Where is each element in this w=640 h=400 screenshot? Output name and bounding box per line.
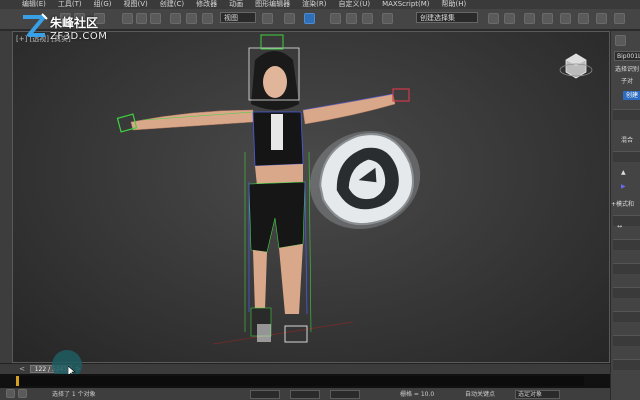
blend-label: 混合 bbox=[621, 137, 634, 144]
watermark-en-text: ZF3D.COM bbox=[50, 31, 108, 42]
move-icon[interactable] bbox=[170, 13, 181, 24]
menu-help[interactable]: 帮助(H) bbox=[442, 0, 467, 9]
curve-editor-icon[interactable] bbox=[542, 13, 553, 24]
render-icon[interactable] bbox=[614, 13, 625, 24]
menu-modifiers[interactable]: 修改器 bbox=[196, 0, 217, 9]
layer-manager-icon[interactable] bbox=[524, 13, 535, 24]
render-setup-icon[interactable] bbox=[596, 13, 607, 24]
menu-customize[interactable]: 自定义(U) bbox=[338, 0, 370, 9]
rotate-icon[interactable] bbox=[186, 13, 197, 24]
watermark-cn-text: 朱峰社区 bbox=[50, 16, 99, 30]
status-bar: 选择了 1 个对象 栅格 = 10.0 自动关键点 选定对象 bbox=[0, 388, 610, 400]
snap-icon[interactable] bbox=[330, 13, 341, 24]
percent-snap-icon[interactable] bbox=[362, 13, 373, 24]
viewcube-icon bbox=[559, 53, 593, 79]
menu-rendering[interactable]: 渲染(R) bbox=[302, 0, 326, 9]
3ds-max-logo-icon bbox=[309, 130, 421, 230]
coord-z-field[interactable] bbox=[330, 390, 360, 399]
rollout-row[interactable] bbox=[613, 263, 640, 274]
select-by-name-icon[interactable] bbox=[136, 13, 147, 24]
time-prev-button[interactable]: < bbox=[18, 365, 26, 373]
selection-label: 选择识别 bbox=[615, 66, 640, 73]
command-panel: Bip001L 选择识别 子对 创建 混合 ▲ ▶ +模式和 ↔ bbox=[610, 31, 640, 400]
menu-edit[interactable]: 编辑(E) bbox=[22, 0, 46, 9]
reference-coord-select[interactable]: 视图 bbox=[220, 12, 256, 23]
rollout-row[interactable] bbox=[613, 335, 640, 346]
rollout-row[interactable] bbox=[613, 287, 640, 298]
menu-bar: 编辑(E) 工具(T) 组(G) 视图(V) 创建(C) 修改器 动画 图形编辑… bbox=[0, 0, 640, 9]
flag-icon[interactable]: ▶ bbox=[621, 183, 626, 190]
zf3d-logo-icon bbox=[23, 13, 48, 37]
mirror-icon[interactable] bbox=[488, 13, 499, 24]
rollout-row[interactable] bbox=[613, 239, 640, 250]
menu-maxscript[interactable]: MAXScript(M) bbox=[382, 0, 429, 9]
swap-icon[interactable]: ↔ bbox=[617, 223, 622, 230]
create-button[interactable]: 创建 bbox=[623, 91, 640, 100]
grid-status-text: 栅格 = 10.0 bbox=[400, 391, 435, 398]
menu-graph-editors[interactable]: 图形编辑器 bbox=[255, 0, 290, 9]
coord-y-field[interactable] bbox=[290, 390, 320, 399]
menu-tools[interactable]: 工具(T) bbox=[58, 0, 82, 9]
pivot-icon[interactable] bbox=[262, 13, 273, 24]
schematic-view-icon[interactable] bbox=[560, 13, 571, 24]
select-manipulate-icon[interactable] bbox=[284, 13, 295, 24]
edit-named-selection-icon[interactable] bbox=[382, 13, 393, 24]
rollout-row[interactable] bbox=[613, 311, 640, 322]
up-arrow-icon[interactable]: ▲ bbox=[621, 169, 626, 176]
menu-views[interactable]: 视图(V) bbox=[124, 0, 148, 9]
sub-label: 子对 bbox=[621, 78, 634, 85]
track-bar-area[interactable] bbox=[16, 376, 584, 386]
rollout-row[interactable] bbox=[613, 109, 640, 120]
mode-label: +模式和 bbox=[611, 201, 635, 208]
scale-icon[interactable] bbox=[202, 13, 213, 24]
create-tab-icon[interactable] bbox=[615, 35, 626, 46]
keyboard-shortcut-icon[interactable] bbox=[304, 13, 315, 24]
track-bar[interactable] bbox=[0, 374, 610, 388]
menu-group[interactable]: 组(G) bbox=[94, 0, 112, 9]
region-select-icon[interactable] bbox=[150, 13, 161, 24]
watermark-logo: 朱峰社区 ZF3D.COM bbox=[20, 12, 107, 46]
rollout-row[interactable] bbox=[613, 359, 640, 370]
script-icon[interactable] bbox=[18, 389, 27, 398]
ground-axis-line bbox=[212, 321, 354, 345]
named-selection-select[interactable]: 创建选择集 bbox=[416, 12, 478, 23]
coord-x-field[interactable] bbox=[250, 390, 280, 399]
auto-key-label[interactable]: 自动关键点 bbox=[465, 390, 495, 399]
material-editor-icon[interactable] bbox=[578, 13, 589, 24]
menu-animation[interactable]: 动画 bbox=[229, 0, 243, 9]
scene-canvas bbox=[116, 34, 593, 345]
rollout-row[interactable] bbox=[613, 151, 640, 162]
select-icon[interactable] bbox=[122, 13, 133, 24]
selection-status-text: 选择了 1 个对象 bbox=[52, 391, 96, 398]
align-icon[interactable] bbox=[504, 13, 515, 24]
left-strip bbox=[0, 31, 12, 363]
perspective-viewport[interactable]: [+] [透视] [真实] bbox=[12, 31, 610, 363]
maxscript-listener-icon[interactable] bbox=[6, 389, 15, 398]
object-name-field[interactable]: Bip001L bbox=[614, 51, 640, 61]
angle-snap-icon[interactable] bbox=[346, 13, 357, 24]
set-key-select[interactable]: 选定对象 bbox=[515, 390, 560, 399]
menu-create[interactable]: 创建(C) bbox=[160, 0, 184, 9]
